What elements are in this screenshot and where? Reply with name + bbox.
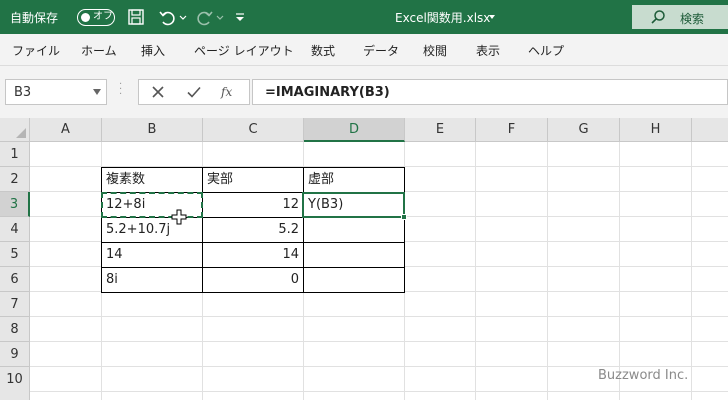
row-header-1[interactable]: 1 [0, 142, 30, 167]
ribbon-tabs: ファイル ホーム 挿入 ページ レイアウト 数式 データ 校閲 表示 ヘルプ [0, 34, 728, 66]
cell-b5[interactable]: 14 [101, 243, 203, 268]
cell-d6[interactable] [304, 268, 405, 293]
undo-icon[interactable] [157, 7, 177, 27]
cell-c6[interactable]: 0 [203, 268, 304, 293]
cell-c3[interactable]: 12 [203, 193, 304, 218]
cell-b6[interactable]: 8i [101, 268, 203, 293]
insert-function-icon[interactable]: fx [221, 83, 239, 101]
gridline [547, 142, 548, 400]
search-box[interactable]: 検索 [632, 5, 728, 29]
formula-buttons: fx [138, 79, 250, 105]
watermark: Buzzword Inc. [598, 368, 689, 383]
autosave-label: 自動保存 [10, 11, 59, 25]
gridline [619, 142, 620, 400]
tab-file[interactable]: ファイル [12, 42, 60, 59]
cell-c4[interactable]: 5.2 [203, 218, 304, 243]
filename-dropdown-icon[interactable] [488, 13, 496, 21]
cell-d5[interactable] [304, 243, 405, 268]
tab-review[interactable]: 校閲 [423, 42, 447, 59]
gridline [30, 366, 728, 367]
formula-bar: B3 · · · fx =IMAGINARY(B3) [0, 66, 728, 118]
name-box-value: B3 [14, 85, 32, 100]
tab-help[interactable]: ヘルプ [528, 42, 564, 59]
toggle-knob [81, 12, 90, 22]
column-header-h[interactable]: H [620, 118, 692, 142]
column-header-d[interactable]: D [304, 118, 405, 142]
gridline [691, 142, 692, 400]
select-all-triangle-icon [16, 128, 26, 138]
search-icon [651, 10, 665, 24]
row-header-10[interactable]: 10 [0, 367, 30, 400]
cancel-icon[interactable] [149, 83, 167, 101]
column-header-c[interactable]: C [203, 118, 304, 142]
name-box-dropdown-icon[interactable] [93, 89, 101, 95]
file-name[interactable]: Excel関数用.xlsx [395, 9, 490, 26]
column-header-f[interactable]: F [476, 118, 548, 142]
undo-dropdown-icon[interactable] [178, 7, 188, 27]
column-header-g[interactable]: G [548, 118, 620, 142]
formula-value: =IMAGINARY(B3) [265, 85, 390, 100]
toggle-label: オフ [93, 11, 113, 22]
cell-b2[interactable]: 複素数 [101, 167, 203, 193]
name-box[interactable]: B3 [5, 79, 107, 105]
row-header-8[interactable]: 8 [0, 317, 30, 342]
tab-home[interactable]: ホーム [81, 42, 117, 59]
title-bar: 自動保存 オフ Excel関数用.xlsx 検索 [0, 0, 728, 34]
row-header-9[interactable]: 9 [0, 342, 30, 367]
tab-view[interactable]: 表示 [476, 42, 500, 59]
column-header-e[interactable]: E [405, 118, 476, 142]
cell-b4[interactable]: 5.2+10.7j [101, 218, 203, 243]
cell-d2[interactable]: 虚部 [304, 167, 405, 193]
tab-insert[interactable]: 挿入 [141, 42, 165, 59]
cell-b3[interactable]: 12+8i [101, 193, 203, 218]
cell-d3[interactable]: Y(B3) [304, 193, 405, 218]
gridline [475, 142, 476, 400]
customize-toolbar-icon[interactable] [233, 7, 247, 27]
row-header-2[interactable]: 2 [0, 167, 30, 192]
select-all-button[interactable] [0, 118, 30, 142]
autosave-toggle[interactable]: オフ [77, 9, 115, 26]
gridline [30, 391, 728, 392]
redo-dropdown-icon[interactable] [215, 7, 225, 27]
row-header-5[interactable]: 5 [0, 242, 30, 267]
row-header-6[interactable]: 6 [0, 267, 30, 292]
tab-page-layout[interactable]: ページ レイアウト [194, 42, 294, 59]
cell-d4[interactable] [304, 218, 405, 243]
formula-input[interactable]: =IMAGINARY(B3) [252, 79, 728, 105]
gridline [30, 341, 728, 342]
tab-data[interactable]: データ [363, 42, 399, 59]
formula-bar-grip-icon[interactable]: · · · [119, 80, 122, 100]
cell-cursor-icon [171, 209, 187, 225]
gridline [30, 316, 728, 317]
column-header-a[interactable]: A [30, 118, 102, 142]
redo-icon[interactable] [195, 7, 215, 27]
row-header-7[interactable]: 7 [0, 292, 30, 317]
search-label: 検索 [680, 12, 705, 26]
column-header-overflow [692, 118, 728, 142]
tab-formulas[interactable]: 数式 [311, 42, 335, 59]
column-header-b[interactable]: B [102, 118, 203, 142]
cell-c5[interactable]: 14 [203, 243, 304, 268]
row-header-4[interactable]: 4 [0, 217, 30, 242]
row-header-3[interactable]: 3 [0, 192, 30, 217]
cell-c2[interactable]: 実部 [203, 167, 304, 193]
enter-check-icon[interactable] [185, 83, 203, 101]
save-icon[interactable] [126, 7, 146, 27]
